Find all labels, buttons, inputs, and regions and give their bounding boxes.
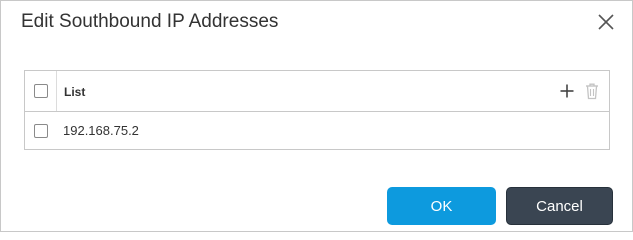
ok-button[interactable]: OK	[387, 187, 496, 225]
close-icon[interactable]	[594, 10, 618, 34]
column-divider	[56, 71, 57, 111]
select-all-checkbox[interactable]	[34, 84, 48, 98]
row-checkbox[interactable]	[34, 124, 48, 138]
ip-address-cell[interactable]: 192.168.75.2	[63, 123, 139, 138]
dialog-title: Edit Southbound IP Addresses	[21, 11, 279, 32]
ip-address-table: List 192.168.75.2	[24, 70, 610, 150]
plus-icon[interactable]	[559, 83, 575, 99]
edit-southbound-ip-dialog: Edit Southbound IP Addresses List 192.16…	[0, 0, 633, 232]
table-header: List	[25, 71, 609, 112]
list-column-header: List	[64, 85, 86, 99]
cancel-button[interactable]: Cancel	[506, 187, 613, 225]
trash-icon	[586, 83, 598, 100]
